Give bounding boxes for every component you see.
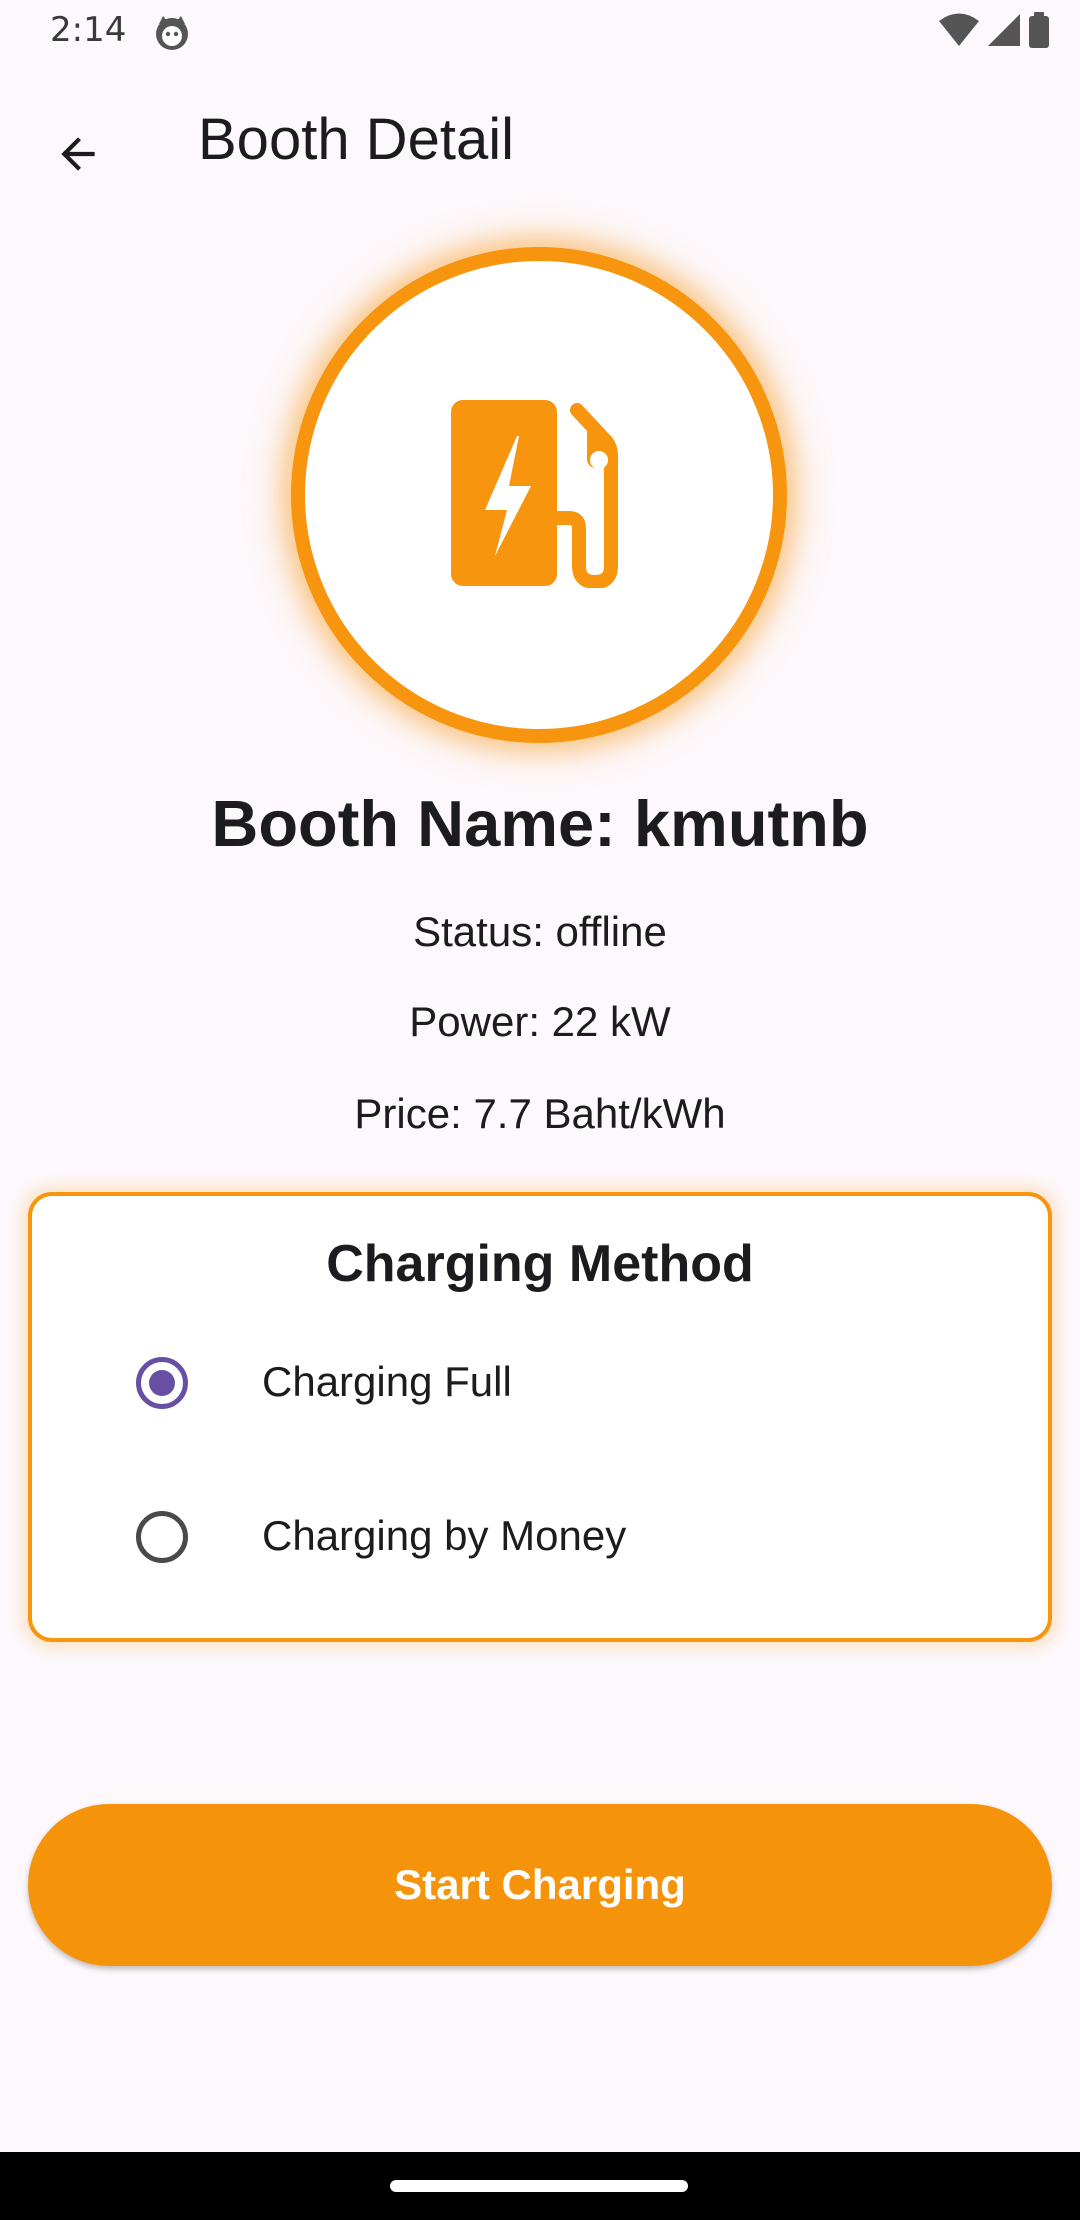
charging-method-title: Charging Method xyxy=(326,1235,754,1293)
back-button[interactable] xyxy=(30,108,126,204)
signal-icon xyxy=(986,12,1022,53)
app-bar: Booth Detail xyxy=(0,64,1080,218)
booth-price: Price: 7.7 Baht/kWh xyxy=(354,1090,726,1137)
arrow-back-icon xyxy=(53,129,103,184)
charging-method-card: Charging Method Charging Full Charging b… xyxy=(28,1192,1052,1642)
booth-status: Status: offline xyxy=(413,908,667,955)
home-gesture-handle[interactable] xyxy=(390,2180,688,2192)
battery-icon xyxy=(1028,11,1050,53)
status-time: 2:14 xyxy=(50,10,127,50)
booth-power: Power: 22 kW xyxy=(409,998,671,1045)
status-bar: 2:14 xyxy=(0,0,1080,64)
charging-option-label: Charging by Money xyxy=(262,1512,627,1559)
charging-option-label: Charging Full xyxy=(262,1358,512,1405)
booth-icon-circle xyxy=(291,247,787,743)
start-charging-button[interactable]: Start Charging xyxy=(28,1804,1052,1966)
charging-option-full[interactable]: Charging Full xyxy=(32,1328,1048,1438)
page-title: Booth Detail xyxy=(198,107,514,172)
cat-notification-icon xyxy=(153,14,191,52)
start-charging-label: Start Charging xyxy=(394,1861,686,1908)
radio-button[interactable] xyxy=(136,1511,188,1563)
radio-button-selected[interactable] xyxy=(136,1357,188,1409)
wifi-icon xyxy=(938,12,980,53)
system-nav-bar xyxy=(0,2152,1080,2220)
charging-option-by-money[interactable]: Charging by Money xyxy=(32,1482,1048,1592)
ev-station-icon xyxy=(449,398,629,593)
booth-name: Booth Name: kmutnb xyxy=(211,787,869,860)
